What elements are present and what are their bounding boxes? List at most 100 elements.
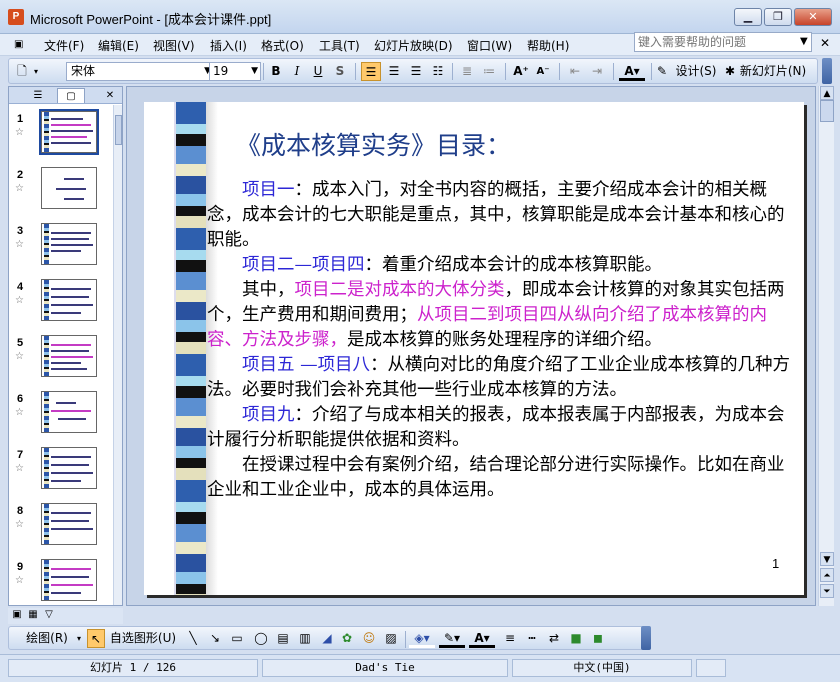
menu-view[interactable]: 视图(V) [153, 37, 195, 54]
new-document-icon[interactable]: 🗋 [15, 62, 29, 81]
help-search-input[interactable] [635, 33, 795, 51]
new-slide-button[interactable]: 新幻灯片(N) [737, 62, 809, 81]
slide-thumbnail-7[interactable]: 7 ☆ [9, 445, 109, 495]
italic-button[interactable]: I [288, 62, 306, 81]
draw-menu-button[interactable]: 绘图(R) [21, 629, 73, 648]
doc-menu-icon[interactable]: ▣ [14, 39, 23, 50]
design-button[interactable]: 设计(S) [671, 62, 721, 81]
menu-file[interactable]: 文件(F) [44, 37, 84, 54]
line-color-icon[interactable]: ✎▾ [439, 629, 465, 648]
transition-star-icon: ☆ [15, 407, 24, 418]
restore-button[interactable]: ❐ [764, 8, 792, 26]
chevron-down-icon: ▼ [251, 66, 258, 76]
bold-button[interactable]: B [267, 62, 285, 81]
line-style-icon[interactable]: ≡ [501, 629, 519, 648]
font-name-select[interactable]: 宋体 ▼ [66, 62, 214, 81]
help-dropdown-icon[interactable]: ▼ [800, 36, 808, 47]
slide-thumbnail-9[interactable]: 9 ☆ [9, 557, 109, 607]
select-objects-icon[interactable]: ↖ [87, 629, 105, 648]
previous-slide-icon[interactable]: ⏶ [820, 568, 834, 582]
dash-style-icon[interactable]: ┅ [523, 629, 541, 648]
toolbar-overflow-handle[interactable] [822, 58, 832, 84]
menu-edit[interactable]: 编辑(E) [98, 37, 139, 54]
slide-thumbnail-1[interactable]: 1 ☆ [9, 109, 109, 159]
next-slide-icon[interactable]: ⏷ [820, 584, 834, 598]
menu-help[interactable]: 帮助(H) [527, 37, 569, 54]
normal-view-icon[interactable]: ▣ [10, 608, 24, 627]
menu-insert[interactable]: 插入(I) [210, 37, 247, 54]
toolbar-separator [405, 631, 406, 648]
slide-thumbnail-8[interactable]: 8 ☆ [9, 501, 109, 551]
decrease-font-icon[interactable]: A⁻ [533, 62, 553, 81]
close-button[interactable]: ✕ [794, 8, 832, 26]
bullets-icon[interactable]: ≔ [479, 62, 499, 81]
slide-thumbnail-4[interactable]: 4 ☆ [9, 277, 109, 327]
transition-star-icon: ☆ [15, 239, 24, 250]
minimize-button[interactable]: ▁ [734, 8, 762, 26]
decorative-stripe [174, 102, 206, 595]
menu-format[interactable]: 格式(O) [261, 37, 304, 54]
slide-thumbnail-6[interactable]: 6 ☆ [9, 389, 109, 439]
align-center-icon[interactable]: ☰ [384, 62, 404, 81]
fill-color-icon[interactable]: ◈▾ [409, 629, 435, 648]
arrow-style-icon[interactable]: ⇄ [545, 629, 563, 648]
numbering-icon[interactable]: ≣ [457, 62, 477, 81]
document-close-icon[interactable]: ✕ [820, 36, 830, 50]
slide-thumbnail-5[interactable]: 5 ☆ [9, 333, 109, 383]
underline-button[interactable]: U [309, 62, 327, 81]
textbox-icon[interactable]: ▤ [275, 629, 291, 648]
shadow-button[interactable]: S [331, 62, 349, 81]
menu-tools[interactable]: 工具(T) [319, 37, 360, 54]
transition-star-icon: ☆ [15, 463, 24, 474]
slide-canvas[interactable]: 《成本核算实务》目录： 项目一：成本入门，对全书内容的概括，主要介绍成本会计的相… [144, 102, 804, 595]
scroll-down-icon[interactable]: ▼ [820, 552, 834, 566]
thumbnail-scrollbar[interactable] [113, 105, 122, 605]
toolbar-options-icon[interactable]: ▾ [31, 62, 41, 81]
help-search-box[interactable] [634, 32, 812, 52]
slide-scrollbar[interactable]: ▲ ▼ ⏶ ⏷ [818, 86, 834, 606]
font-color-icon[interactable]: A▾ [469, 629, 495, 648]
font-size-select[interactable]: 19 ▼ [209, 62, 261, 81]
menu-window[interactable]: 窗口(W) [467, 37, 512, 54]
slide-title[interactable]: 《成本核算实务》目录： [236, 126, 511, 162]
font-color-icon[interactable]: A▾ [619, 62, 645, 81]
clipart-icon[interactable]: ☺ [361, 629, 377, 648]
transition-star-icon: ☆ [15, 295, 24, 306]
vertical-textbox-icon[interactable]: ▥ [297, 629, 313, 648]
diagram-icon[interactable]: ✿ [339, 629, 355, 648]
tab-slides[interactable]: ▢ [57, 88, 85, 103]
scroll-thumb[interactable] [820, 100, 834, 122]
3d-style-icon[interactable]: ◼ [589, 629, 607, 648]
slide-body-text[interactable]: 项目一：成本入门，对全书内容的概括，主要介绍成本会计的相关概念，成本会计的七大职… [207, 178, 792, 503]
picture-icon[interactable]: ▨ [383, 629, 399, 648]
distributed-icon[interactable]: ☷ [428, 62, 448, 81]
wordart-icon[interactable]: ◢ [319, 629, 335, 648]
tab-outline[interactable]: ☰ [25, 88, 51, 103]
scroll-thumb[interactable] [115, 115, 122, 145]
rectangle-icon[interactable]: ▭ [229, 629, 245, 648]
slide-thumbnail-3[interactable]: 3 ☆ [9, 221, 109, 271]
paragraph-text: 是成本核算的账务处理程序的详细介绍。 [347, 330, 662, 350]
scroll-up-icon[interactable]: ▲ [820, 86, 834, 100]
toolbar-overflow-handle[interactable] [641, 626, 651, 650]
arrow-icon[interactable]: ↘ [207, 629, 223, 648]
project-label: 项目一 [242, 180, 295, 200]
project-label: 项目九 [242, 405, 295, 425]
transition-star-icon: ☆ [15, 575, 24, 586]
decrease-indent-icon[interactable]: ⇤ [565, 62, 585, 81]
sorter-view-icon[interactable]: ▦ [26, 608, 40, 627]
slideshow-view-icon[interactable]: ▽ [42, 608, 56, 627]
align-right-icon[interactable]: ☰ [406, 62, 426, 81]
oval-icon[interactable]: ◯ [253, 629, 269, 648]
slide-thumbnail-2[interactable]: 2 ☆ [9, 165, 109, 215]
shadow-style-icon[interactable]: ■ [567, 629, 585, 648]
menu-slideshow[interactable]: 幻灯片放映(D) [374, 37, 453, 54]
increase-font-icon[interactable]: A⁺ [511, 62, 531, 81]
autoshapes-button[interactable]: 自选图形(U) [107, 629, 179, 648]
increase-indent-icon[interactable]: ⇥ [587, 62, 607, 81]
design-icon: ✎ [656, 64, 668, 78]
slide-number: 9 [17, 561, 24, 573]
line-icon[interactable]: ╲ [185, 629, 201, 648]
align-left-icon[interactable]: ☰ [361, 62, 381, 81]
panel-close-icon[interactable]: ✕ [103, 88, 117, 103]
